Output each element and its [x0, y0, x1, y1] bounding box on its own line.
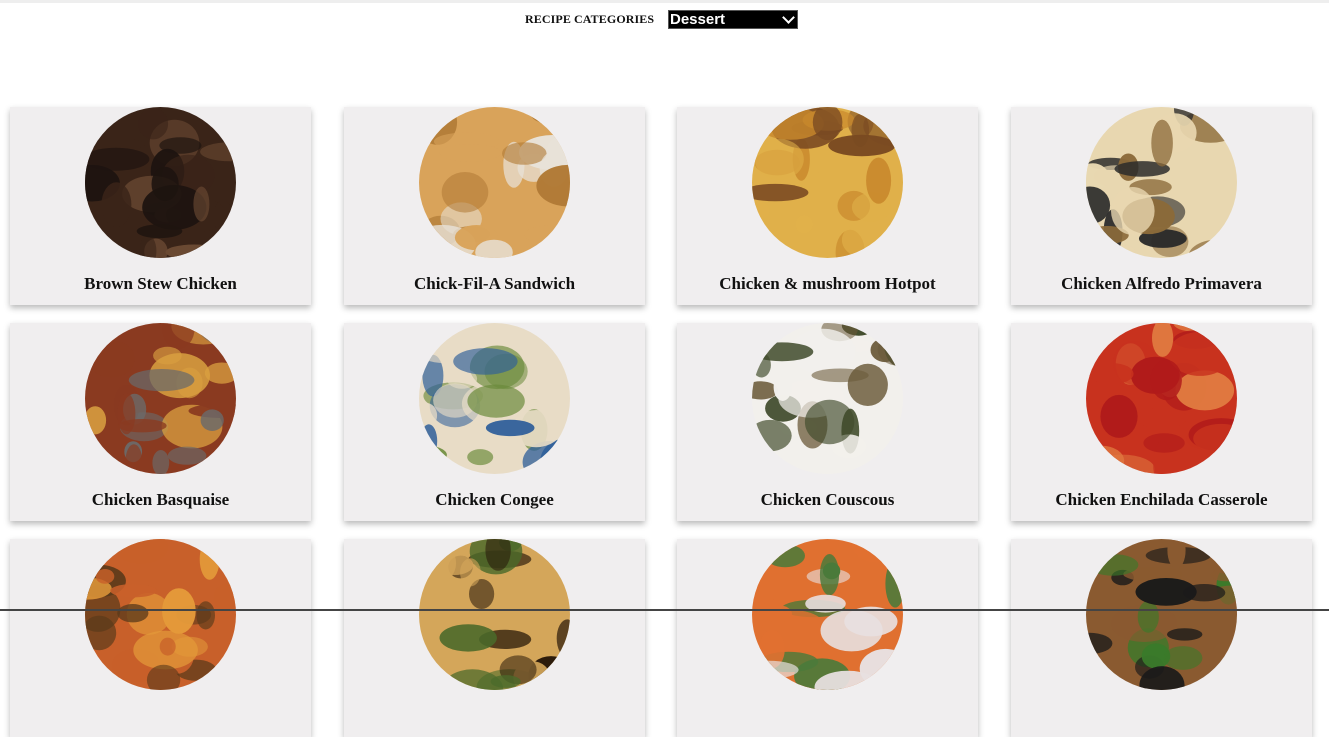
recipe-title[interactable]: Chicken Enchilada Casserole: [1011, 490, 1312, 510]
recipe-thumbnail[interactable]: [85, 107, 236, 258]
recipe-photo: [752, 539, 903, 690]
recipe-title[interactable]: Chicken Couscous: [677, 490, 978, 510]
recipe-card[interactable]: Chicken Congee: [344, 323, 645, 521]
recipe-title[interactable]: Chick-Fil-A Sandwich: [344, 274, 645, 294]
recipe-title[interactable]: Chicken & mushroom Hotpot: [677, 274, 978, 294]
recipe-photo: [85, 107, 236, 258]
recipe-card[interactable]: Chicken Enchilada Casserole: [1011, 323, 1312, 521]
recipe-card[interactable]: Chicken Alfredo Primavera: [1011, 107, 1312, 305]
recipe-card[interactable]: Chick-Fil-A Sandwich: [344, 107, 645, 305]
recipe-thumbnail[interactable]: [752, 323, 903, 474]
recipe-thumbnail[interactable]: [752, 107, 903, 258]
category-select[interactable]: Dessert: [668, 10, 798, 29]
recipe-card[interactable]: Chicken Couscous: [677, 323, 978, 521]
recipe-photo: [1086, 323, 1237, 474]
recipe-thumbnail[interactable]: [1086, 107, 1237, 258]
recipe-card[interactable]: [10, 539, 311, 737]
recipe-thumbnail[interactable]: [1086, 323, 1237, 474]
recipe-title[interactable]: Chicken Congee: [344, 490, 645, 510]
top-border: [0, 0, 1329, 3]
recipe-thumbnail[interactable]: [419, 323, 570, 474]
recipe-thumbnail[interactable]: [85, 539, 236, 690]
recipe-card[interactable]: Brown Stew Chicken: [10, 107, 311, 305]
recipe-thumbnail[interactable]: [85, 323, 236, 474]
recipe-title[interactable]: Chicken Basquaise: [10, 490, 311, 510]
recipe-photo: [85, 323, 236, 474]
category-select-value: Dessert: [670, 11, 726, 28]
recipe-title[interactable]: Chicken Alfredo Primavera: [1011, 274, 1312, 294]
recipe-card[interactable]: [344, 539, 645, 737]
recipe-card[interactable]: Chicken Basquaise: [10, 323, 311, 521]
recipe-thumbnail[interactable]: [419, 107, 570, 258]
category-bar: RECIPE CATEGORIES Dessert: [0, 9, 1329, 31]
recipe-thumbnail[interactable]: [752, 539, 903, 690]
recipe-title[interactable]: Brown Stew Chicken: [10, 274, 311, 294]
recipe-photo: [1086, 107, 1237, 258]
recipe-card[interactable]: [1011, 539, 1312, 737]
recipe-photo: [419, 107, 570, 258]
chevron-down-icon: [782, 11, 795, 24]
recipe-photo: [419, 539, 570, 690]
recipe-card[interactable]: Chicken & mushroom Hotpot: [677, 107, 978, 305]
recipe-photo: [752, 323, 903, 474]
recipe-thumbnail[interactable]: [1086, 539, 1237, 690]
recipe-card[interactable]: [677, 539, 978, 737]
recipe-categories-label: RECIPE CATEGORIES: [525, 12, 655, 26]
recipe-photo: [1086, 539, 1237, 690]
recipe-photo: [752, 107, 903, 258]
recipe-photo: [419, 323, 570, 474]
recipe-photo: [85, 539, 236, 690]
recipe-thumbnail[interactable]: [419, 539, 570, 690]
